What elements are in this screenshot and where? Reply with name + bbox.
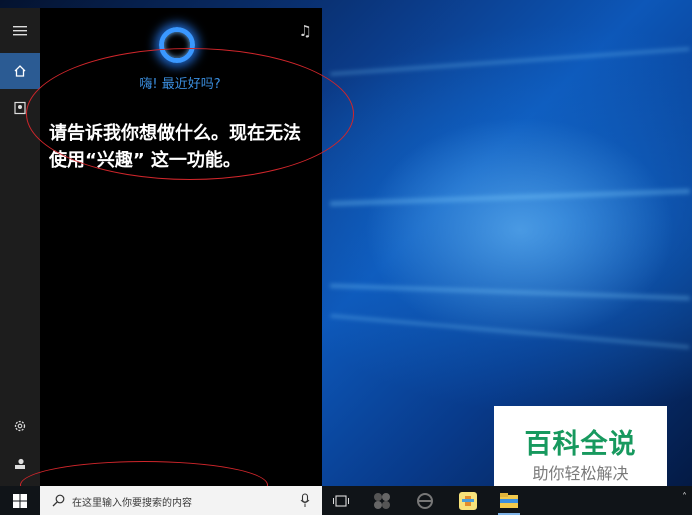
watermark-subtitle: 助你轻松解决 — [532, 464, 629, 483]
edge-browser-button[interactable] — [414, 490, 436, 512]
edge-icon — [417, 493, 433, 509]
cortana-ring-icon — [159, 27, 195, 63]
tray-expand-button[interactable]: ˄ — [682, 492, 687, 503]
feedback-button[interactable] — [0, 446, 40, 482]
taskbar-app-store[interactable] — [457, 490, 479, 512]
hamburger-icon — [13, 26, 27, 36]
music-note-icon: ♫ — [298, 22, 312, 40]
file-explorer-button[interactable] — [498, 490, 520, 512]
search-input[interactable]: 在这里输入你要搜索的内容 — [40, 486, 322, 515]
search-placeholder: 在这里输入你要搜索的内容 — [72, 498, 192, 509]
gear-icon — [14, 420, 26, 432]
music-button[interactable]: ♫ — [299, 22, 312, 40]
windows-logo-icon — [13, 493, 27, 508]
watermark-title: 百科全说 — [524, 429, 637, 460]
notebook-icon — [14, 101, 26, 115]
folder-icon — [500, 493, 518, 508]
home-button[interactable] — [0, 53, 40, 89]
chevron-up-icon: ˄ — [682, 492, 687, 503]
store-icon — [459, 492, 477, 510]
feedback-icon — [15, 458, 25, 469]
hamburger-menu-button[interactable] — [0, 13, 40, 49]
cortana-greeting: 嗨! 最近好吗? — [139, 77, 221, 92]
cortana-content: ♫ 嗨! 最近好吗? 请告诉我你想做什么。现在无法使用“兴趣” 这一功能。 — [40, 8, 322, 486]
app-icon — [374, 493, 390, 509]
task-view-icon — [333, 495, 349, 507]
microphone-icon[interactable] — [300, 493, 310, 508]
cortana-message: 请告诉我你想做什么。现在无法使用“兴趣” 这一功能。 — [49, 123, 301, 171]
notebook-button[interactable] — [0, 90, 40, 126]
watermark: 百科全说 助你轻松解决 — [494, 406, 667, 490]
cortana-sidebar — [0, 8, 40, 486]
taskbar: 在这里输入你要搜索的内容 ˄ — [0, 486, 692, 515]
task-view-button[interactable] — [330, 490, 352, 512]
start-button[interactable] — [0, 486, 40, 515]
cortana-panel: ♫ 嗨! 最近好吗? 请告诉我你想做什么。现在无法使用“兴趣” 这一功能。 — [0, 8, 322, 486]
taskbar-app-1[interactable] — [371, 490, 393, 512]
settings-button[interactable] — [0, 408, 40, 444]
search-icon — [52, 494, 65, 507]
home-icon — [14, 65, 26, 77]
